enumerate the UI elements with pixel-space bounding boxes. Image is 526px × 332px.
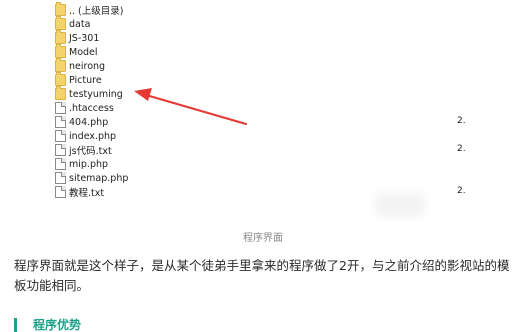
blurred-watermark	[375, 193, 425, 217]
image-caption: 程序界面	[243, 233, 283, 244]
arrow-shaft	[144, 93, 248, 126]
arrow-head	[134, 88, 152, 101]
section-heading: 程序优势	[14, 318, 81, 332]
body-paragraph: 程序界面就是这个样子，是从某个徒弟手里拿来的程序做了2开，与之前介绍的影视站的模…	[14, 258, 510, 293]
